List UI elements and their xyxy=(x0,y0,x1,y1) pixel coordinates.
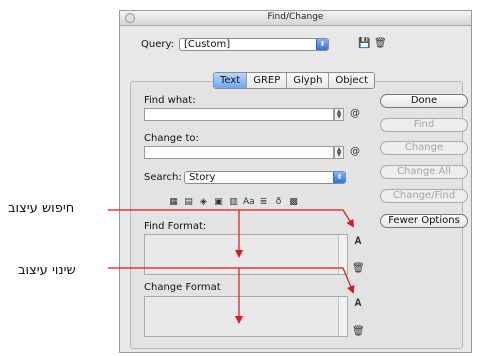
annotation-arrows xyxy=(108,209,355,324)
change-format-arrow-line xyxy=(108,267,355,294)
find-format-arrow-line xyxy=(108,209,355,228)
